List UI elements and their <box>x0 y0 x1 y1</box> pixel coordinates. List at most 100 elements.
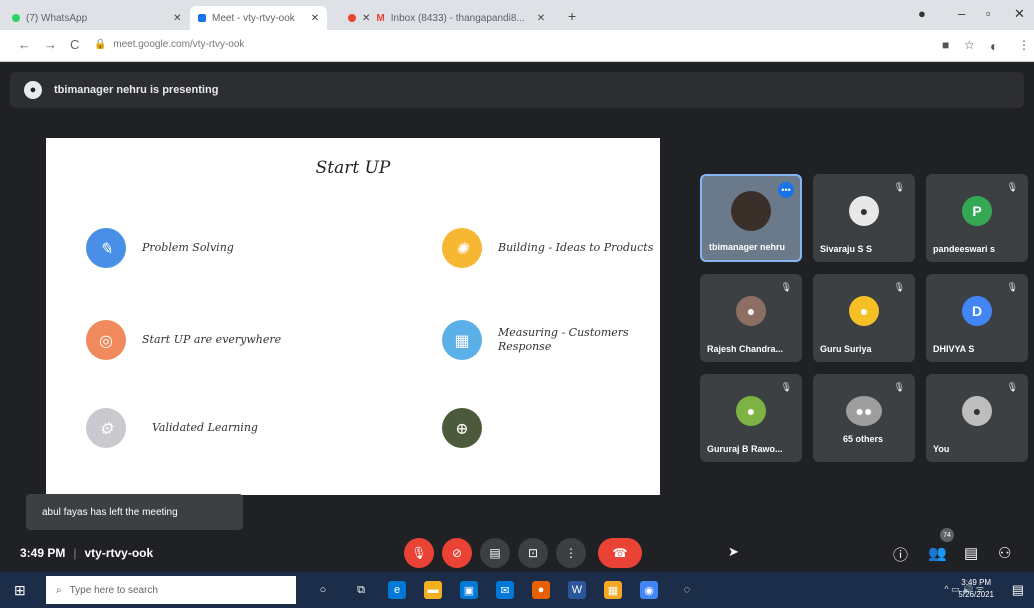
meeting-time: 3:49 PM <box>20 546 66 560</box>
slide-item-validated-learning: ⚙ Validated Learning <box>86 408 258 448</box>
participant-tile-dhivya[interactable]: 🎙 D DHIVYA S <box>926 274 1028 362</box>
participant-tile-sivaraju[interactable]: 🎙 ● Sivaraju S S <box>813 174 915 262</box>
word-icon[interactable]: W <box>568 581 586 599</box>
url-field[interactable]: 🔒 meet.google.com/vty-rtvy-ook <box>94 39 244 50</box>
clock-time: 3:49 PM <box>961 578 992 587</box>
more-options-button[interactable]: ⋮ <box>556 538 586 568</box>
file-explorer-icon[interactable]: ▬ <box>424 581 442 599</box>
left-meeting-toast: abul fayas has left the meeting <box>26 494 243 530</box>
close-icon[interactable]: ✕ <box>311 13 319 24</box>
participant-name: Rajesh Chandra... <box>707 344 784 354</box>
participant-name: 65 others <box>843 434 884 444</box>
close-icon[interactable]: ✕ <box>173 13 181 24</box>
new-tab-button[interactable]: + <box>568 8 576 24</box>
participant-tile-rajesh[interactable]: 🎙 ● Rajesh Chandra... <box>700 274 802 362</box>
present-button[interactable]: ⊡ <box>518 538 548 568</box>
mic-toggle-button[interactable]: 🎙 <box>404 538 434 568</box>
close-icon[interactable]: ✕ <box>537 13 545 24</box>
edge-icon[interactable]: e <box>388 581 406 599</box>
mic-off-icon: 🎙 <box>780 282 792 292</box>
browser-tab-bar: (7) WhatsApp ✕ Meet - vty-rtvy-ook ✕ ✕ M… <box>0 0 1034 30</box>
notification-icon[interactable]: ▤ <box>1012 582 1024 598</box>
reload-icon[interactable]: C <box>70 37 79 52</box>
participant-tile-gururaj[interactable]: 🎙 ● Gururaj B Rawo... <box>700 374 802 462</box>
mic-off-icon: 🎙 <box>893 182 905 192</box>
people-count-badge: 74 <box>940 528 954 542</box>
mic-off-icon: 🎙 <box>893 382 905 392</box>
close-window-icon[interactable]: ✕ <box>1014 6 1025 22</box>
participant-name: Sivaraju S S <box>820 244 873 254</box>
video-person <box>731 191 771 232</box>
firefox-icon[interactable]: ● <box>532 581 550 599</box>
people-icon[interactable]: 👥 <box>928 544 947 562</box>
camera-toggle-button[interactable]: ⊘ <box>442 538 472 568</box>
search-placeholder: Type here to search <box>69 584 158 596</box>
slide-item-label: Building - Ideas to Products <box>498 241 654 254</box>
slide-item-measuring: ▦ Measuring - Customers Response <box>442 320 638 360</box>
slide-item-label: Start UP are everywhere <box>142 333 282 346</box>
tab-whatsapp[interactable]: (7) WhatsApp ✕ <box>4 6 190 30</box>
taskbar-search-box[interactable]: ⌕ Type here to search <box>46 576 296 604</box>
tab-gmail[interactable]: ✕ M Inbox (8433) - thangapandi8... ✕ <box>340 6 553 30</box>
more-options-icon[interactable]: ••• <box>778 182 794 198</box>
screen: (7) WhatsApp ✕ Meet - vty-rtvy-ook ✕ ✕ M… <box>0 0 1034 608</box>
info-icon[interactable]: ⓘ <box>893 544 908 565</box>
participant-name: DHIVYA S <box>933 344 975 354</box>
tab-label: (7) WhatsApp <box>26 12 88 24</box>
participant-tile-pandeeswari[interactable]: 🎙 P pandeeswari s <box>926 174 1028 262</box>
participant-name: Gururaj B Rawo... <box>707 444 783 454</box>
mic-off-icon: 🎙 <box>1006 382 1018 392</box>
mic-off-icon: 🎙 <box>1006 282 1018 292</box>
slide-title: Start UP <box>315 158 391 178</box>
globe-icon: ⊕ <box>442 408 482 448</box>
chat-icon[interactable]: ▤ <box>964 544 978 562</box>
close-icon[interactable]: ✕ <box>362 13 370 24</box>
participant-tile-guru[interactable]: 🎙 ● Guru Suriya <box>813 274 915 362</box>
slide-item-startup-everywhere: ◎ Start UP are everywhere <box>86 320 281 360</box>
chart-icon: ▦ <box>442 320 482 360</box>
search-icon: ⌕ <box>56 584 62 596</box>
activities-icon[interactable]: ⚇ <box>998 544 1011 562</box>
windows-taskbar: ⊞ ⌕ Type here to search ○ ⧉ e ▬ ▣ ✉ ● W … <box>0 572 1034 608</box>
app-icon[interactable]: ▦ <box>604 581 622 599</box>
url-text: meet.google.com/vty-rtvy-ook <box>113 39 245 50</box>
participant-tile-others[interactable]: 🎙 ●● 65 others <box>813 374 915 462</box>
captions-button[interactable]: ▤ <box>480 538 510 568</box>
slide-item-problem-solving: ✎ Problem Solving <box>86 228 234 268</box>
store-icon[interactable]: ▣ <box>460 581 478 599</box>
participant-name: Guru Suriya <box>820 344 872 354</box>
taskbar-clock[interactable]: 3:49 PM 5/26/2021 <box>958 577 994 601</box>
forward-icon[interactable]: → <box>44 37 57 52</box>
participant-tile-tbimanager[interactable]: ••• tbimanager nehru <box>700 174 802 262</box>
target-icon: ◎ <box>86 320 126 360</box>
user-icon: ● <box>24 81 42 99</box>
meet-icon <box>198 14 206 22</box>
clock-date: 5/26/2021 <box>958 590 994 599</box>
mail-icon[interactable]: ✉ <box>496 581 514 599</box>
address-bar: ← → C 🔒 meet.google.com/vty-rtvy-ook ■ ☆… <box>0 30 1034 62</box>
camera-icon[interactable]: ■ <box>942 38 949 52</box>
minimize-icon[interactable]: – <box>958 6 965 21</box>
cortana-icon[interactable]: ○ <box>314 581 332 599</box>
windows-start-icon[interactable]: ⊞ <box>14 582 26 599</box>
back-icon[interactable]: ← <box>18 37 31 52</box>
chrome-icon[interactable]: ◉ <box>640 581 658 599</box>
recording-dot-icon <box>348 14 356 22</box>
slide-item-building: ✺ Building - Ideas to Products <box>442 228 653 268</box>
group-avatar: ●● <box>846 395 882 426</box>
menu-icon[interactable]: ⋮ <box>1018 38 1030 52</box>
maximize-icon[interactable]: ▫ <box>986 6 991 21</box>
slide-item-label: Problem Solving <box>142 241 234 254</box>
puzzle-icon: ✎ <box>86 228 126 268</box>
profile-dot-icon[interactable]: ● <box>918 6 926 21</box>
task-view-icon[interactable]: ⧉ <box>352 581 370 599</box>
tab-meet[interactable]: Meet - vty-rtvy-ook ✕ <box>190 6 328 30</box>
app-icon-2[interactable]: ◌ <box>678 581 696 599</box>
extension-icon[interactable]: ◐ <box>990 38 998 54</box>
avatar: ● <box>736 295 766 326</box>
star-icon[interactable]: ☆ <box>964 38 975 52</box>
leave-call-button[interactable]: ☎ <box>598 538 642 568</box>
mic-off-icon: 🎙 <box>1006 182 1018 192</box>
avatar: ● <box>849 195 879 226</box>
participant-tile-you[interactable]: 🎙 ● You <box>926 374 1028 462</box>
